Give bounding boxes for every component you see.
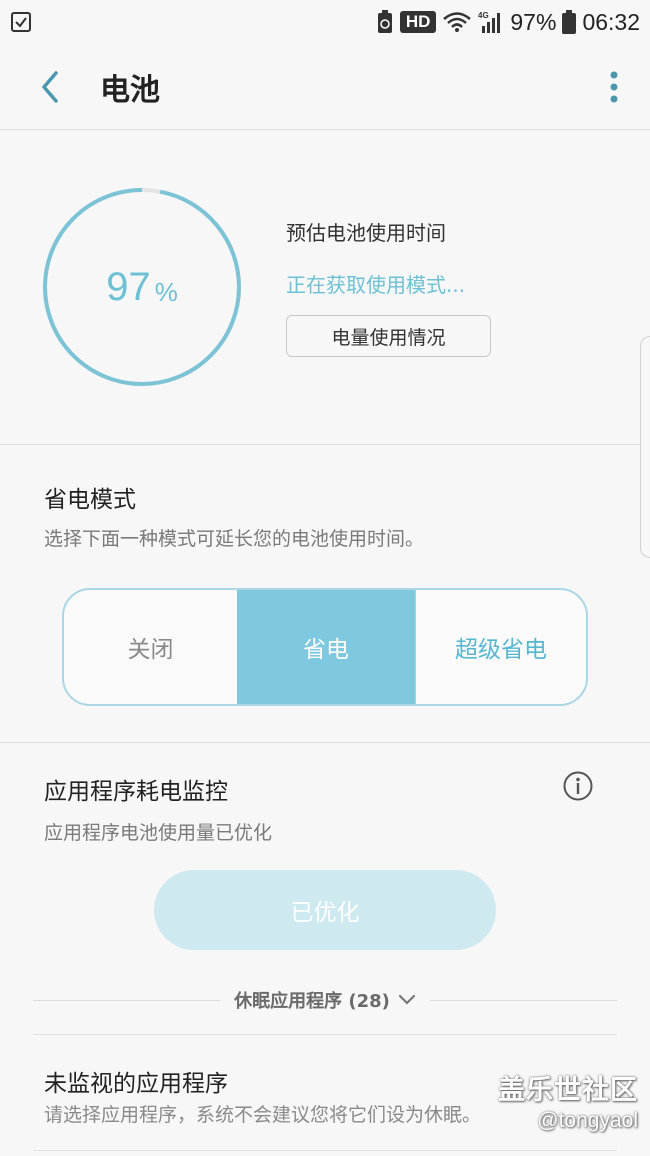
status-bar: HD 4G 97% 06:32 [0, 0, 650, 44]
mode-option-ultra-power-saving[interactable]: 超级省电 [415, 590, 586, 704]
app-monitor-description: 应用程序电池使用量已优化 [44, 822, 273, 844]
optimized-button[interactable]: 已优化 [154, 870, 496, 950]
battery-level-number: 97 [106, 264, 151, 309]
svg-text:4G: 4G [478, 11, 489, 20]
app-bar: 电池 [0, 44, 650, 130]
power-mode-title: 省电模式 [44, 487, 136, 513]
battery-summary: 97 % 预估电池使用时间 正在获取使用模式... 电量使用情况 [0, 131, 650, 445]
battery-level-unit: % [154, 276, 178, 307]
hd-badge: HD [399, 11, 437, 33]
checklist-icon [10, 11, 32, 33]
sleeping-apps-toggle[interactable]: 休眠应用程序 (28) [220, 987, 430, 1013]
watermark-site: 盖乐世社区 [498, 1075, 638, 1106]
more-options-button[interactable] [584, 44, 644, 130]
chevron-left-icon [42, 70, 58, 103]
estimate-status: 正在获取使用模式... [286, 273, 466, 297]
power-mode-description: 选择下面一种模式可延长您的电池使用时间。 [44, 528, 425, 550]
battery-icon [562, 10, 577, 34]
app-monitor-title: 应用程序耗电监控 [44, 779, 228, 805]
unmonitored-apps-description: 请选择应用程序，系统不会建议您将它们设为休眠。 [44, 1104, 482, 1126]
back-button[interactable] [0, 44, 100, 130]
mode-option-off[interactable]: 关闭 [64, 590, 237, 704]
power-mode-section: 省电模式 选择下面一种模式可延长您的电池使用时间。 关闭 省电 超级省电 [0, 446, 650, 743]
clock: 06:32 [582, 8, 640, 35]
more-vert-icon [610, 71, 618, 102]
signal-icon: 4G [478, 10, 504, 34]
watermark-user: @tongyaol [537, 1109, 638, 1132]
info-icon[interactable] [562, 770, 594, 802]
battery-saver-icon [376, 10, 394, 34]
unmonitored-apps-title[interactable]: 未监视的应用程序 [44, 1064, 228, 1098]
sleeping-apps-row: 休眠应用程序 (28) [33, 984, 617, 1016]
power-mode-selector: 关闭 省电 超级省电 [62, 588, 588, 706]
battery-percent: 97% [510, 8, 557, 35]
estimate-label: 预估电池使用时间 [286, 221, 446, 245]
battery-usage-button[interactable]: 电量使用情况 [286, 315, 491, 357]
wifi-icon [442, 11, 472, 33]
divider [429, 999, 617, 1001]
mode-option-power-saving[interactable]: 省电 [237, 590, 415, 704]
divider [33, 1150, 617, 1151]
divider [33, 999, 221, 1001]
watermark: 盖乐世社区 @tongyaol [498, 1068, 638, 1133]
battery-level-text: 97 % [42, 187, 242, 387]
chevron-down-icon [398, 994, 415, 1005]
sleeping-apps-label: 休眠应用程序 (28) [234, 991, 390, 1012]
divider [33, 1034, 617, 1035]
page-title: 电池 [100, 72, 160, 108]
